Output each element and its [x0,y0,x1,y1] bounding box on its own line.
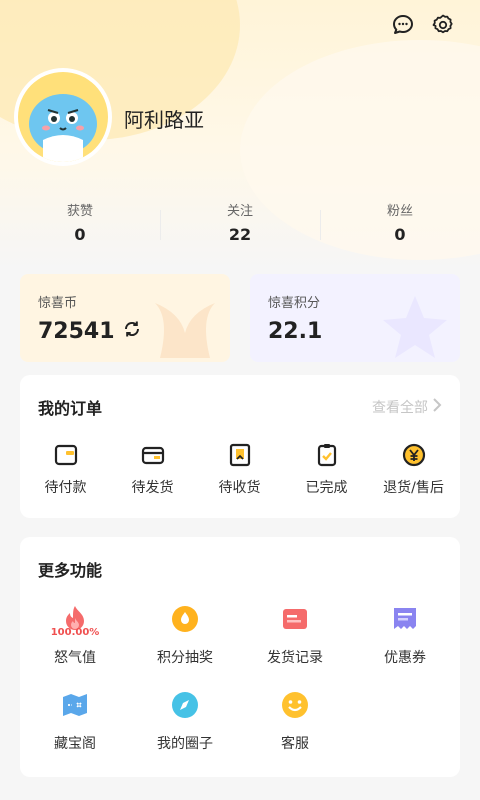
card-icon [109,441,196,469]
map-icon [20,685,130,725]
flame-icon: 100.00% [20,599,130,639]
record-icon [240,599,350,639]
order-label: 待收货 [218,480,261,496]
stat-label: 关注 [226,204,253,219]
coin-value: 72541 [38,319,115,344]
coupon-icon [350,599,460,639]
feature-label: 藏宝阁 [54,736,96,752]
order-pending-shipment[interactable]: 待发货 [109,441,196,497]
star-icon [380,292,450,362]
feature-coupons[interactable]: 优惠券 [350,599,460,685]
coin-card[interactable]: 惊喜币 72541 [20,274,230,362]
order-pending-payment[interactable]: 待付款 [22,441,109,497]
stat-label: 粉丝 [386,204,413,219]
stat-value: 22 [228,225,252,244]
order-pending-receipt[interactable]: 待收货 [196,441,283,497]
order-label: 待付款 [44,480,87,496]
order-returns[interactable]: 退货/售后 [370,441,457,497]
feature-label: 怒气值 [54,650,96,666]
more-features-panel: 更多功能 100.00% 怒气值 积分抽奖 发货记录 优惠券 藏宝阁 我的圈子 … [20,537,460,777]
stat-label: 获赞 [66,204,93,219]
points-card[interactable]: 惊喜积分 22.1 [250,274,460,362]
compass-icon [130,685,240,725]
profile-stats: 获赞 0 关注 22 粉丝 0 [0,200,480,252]
feature-label: 我的圈子 [157,736,213,752]
points-value: 22.1 [268,319,323,344]
stat-likes[interactable]: 获赞 0 [0,200,160,252]
gear-icon[interactable] [430,12,456,38]
avatar[interactable] [18,72,108,162]
orders-title: 我的订单 [38,399,103,418]
anger-badge: 100.00% [50,627,100,638]
smile-icon [240,685,350,725]
feature-points-lottery[interactable]: 积分抽奖 [130,599,240,685]
stat-following[interactable]: 关注 22 [160,200,320,252]
view-all-label: 查看全部 [372,400,428,416]
stat-value: 0 [394,225,406,244]
feature-label: 优惠券 [384,650,426,666]
stat-followers[interactable]: 粉丝 0 [320,200,480,252]
feature-label: 发货记录 [267,650,323,666]
feature-shipping-record[interactable]: 发货记录 [240,599,350,685]
whale-tail-icon [150,298,220,362]
stat-value: 0 [74,225,86,244]
username: 阿利路亚 [124,108,204,132]
feature-anger[interactable]: 100.00% 怒气值 [20,599,130,685]
drop-icon [130,599,240,639]
feature-label: 积分抽奖 [157,650,213,666]
more-features-title: 更多功能 [38,561,103,580]
order-completed[interactable]: 已完成 [283,441,370,497]
chat-bubble-icon[interactable] [390,12,416,38]
order-label: 退货/售后 [383,480,444,496]
feature-treasure[interactable]: 藏宝阁 [20,685,130,771]
feature-label: 客服 [281,736,309,752]
refresh-icon[interactable] [123,319,141,344]
clipboard-check-icon [283,441,370,469]
order-label: 待发货 [131,480,174,496]
package-icon [196,441,283,469]
order-label: 已完成 [305,480,348,496]
view-all-orders-link[interactable]: 查看全部 [372,397,442,417]
wallet-icon [22,441,109,469]
feature-customer-service[interactable]: 客服 [240,685,350,771]
orders-panel: 我的订单 查看全部 待付款 待发货 待收货 已完成 退货/售后 [20,375,460,518]
yen-coin-icon [370,441,457,469]
chevron-right-icon [432,398,442,416]
feature-my-circle[interactable]: 我的圈子 [130,685,240,771]
top-toolbar [390,12,456,38]
